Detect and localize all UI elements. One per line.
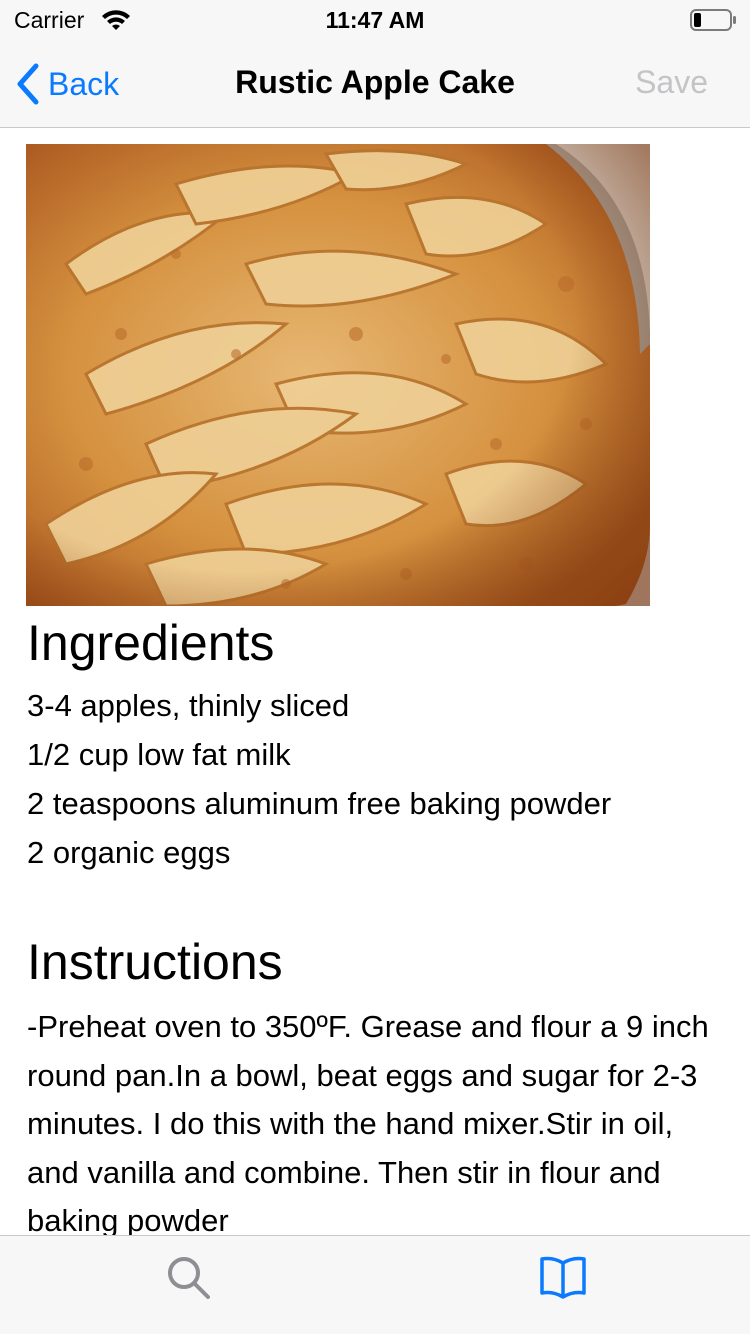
ingredient-item: 1/2 cup low fat milk [27, 737, 291, 772]
instructions-heading: Instructions [27, 934, 283, 990]
ingredient-item: 3-4 apples, thinly sliced [27, 688, 350, 723]
tab-bar [0, 1235, 750, 1334]
status-time: 11:47 AM [325, 7, 425, 33]
ingredient-item: 2 teaspoons aluminum free baking powder [27, 786, 612, 821]
battery-icon [690, 9, 736, 31]
ingredients-heading: Ingredients [27, 615, 275, 671]
ingredient-item: 2 organic eggs [27, 835, 231, 870]
navigation-bar: Back Rustic Apple Cake Save [0, 40, 750, 128]
save-button[interactable]: Save [635, 64, 708, 101]
recipe-content[interactable]: Ingredients 3-4 apples, thinly sliced 1/… [0, 129, 750, 1235]
search-icon[interactable] [164, 1253, 212, 1301]
ingredient-list: 3-4 apples, thinly sliced 1/2 cup low fa… [27, 681, 727, 877]
instructions-text: -Preheat oven to 350ºF. Grease and flour… [27, 1009, 709, 1235]
status-bar: Carrier 11:47 AM [0, 0, 750, 40]
book-icon[interactable] [538, 1253, 588, 1301]
recipe-photo [26, 144, 650, 606]
